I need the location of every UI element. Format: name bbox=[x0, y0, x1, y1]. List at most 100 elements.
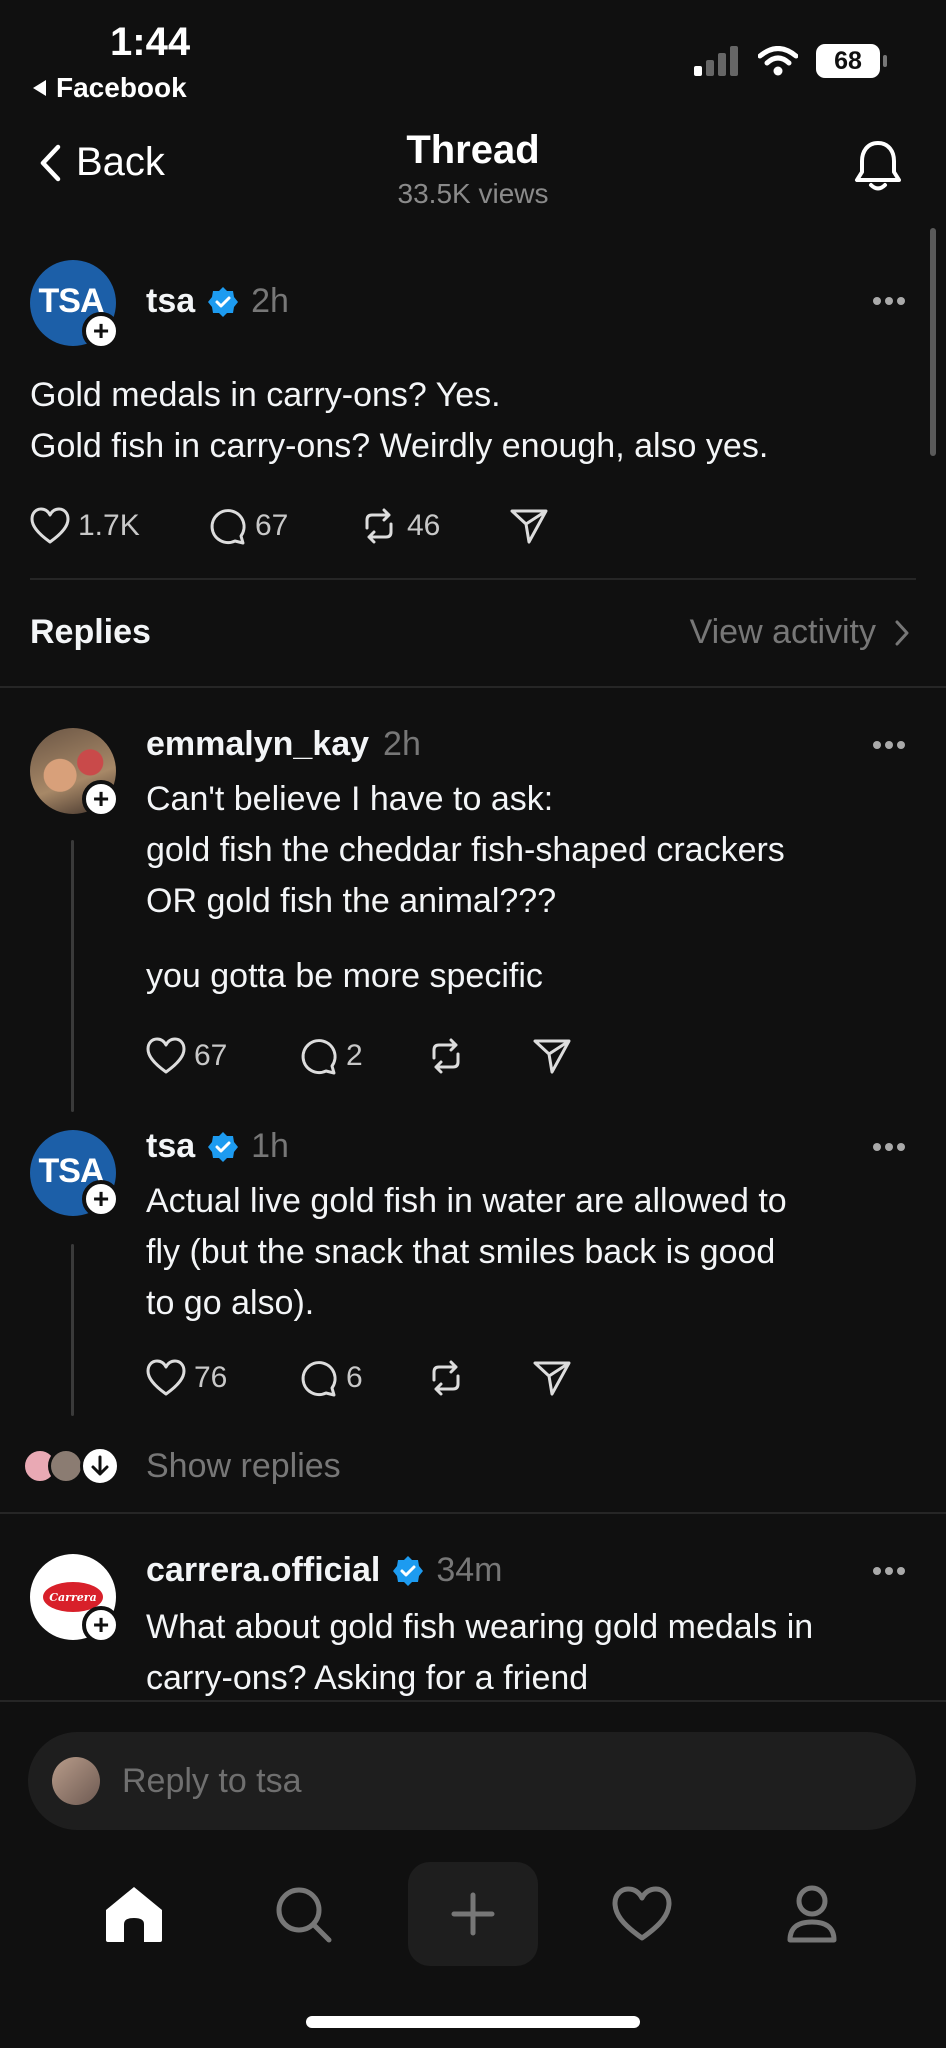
reply-text: Actual live gold fish in water are allow… bbox=[146, 1176, 787, 1329]
reply-time: 2h bbox=[383, 725, 421, 763]
follow-plus-button[interactable]: + bbox=[82, 1606, 120, 1644]
tab-create[interactable] bbox=[408, 1862, 538, 1966]
follow-plus-button[interactable]: + bbox=[82, 312, 120, 350]
reply-actions: 76 6 bbox=[146, 1358, 572, 1398]
repost-icon bbox=[432, 1038, 460, 1074]
repost-button[interactable] bbox=[426, 1358, 532, 1398]
comment-count: 2 bbox=[346, 1039, 363, 1072]
post-text-line: Gold fish in carry-ons? Weirdly enough, … bbox=[30, 427, 769, 465]
tab-profile[interactable] bbox=[747, 1862, 877, 1966]
reply-text-line: carry-ons? Asking for a friend bbox=[146, 1659, 589, 1697]
repost-icon bbox=[432, 1360, 460, 1396]
profile-icon bbox=[787, 1885, 837, 1943]
share-button[interactable] bbox=[532, 1359, 572, 1397]
heart-icon bbox=[146, 1037, 186, 1074]
post-actions: 1.7K 67 46 bbox=[30, 506, 549, 546]
notifications-button[interactable] bbox=[852, 138, 904, 194]
tab-home[interactable] bbox=[69, 1862, 199, 1966]
reply-author-row: emmalyn_kay 2h bbox=[146, 725, 421, 764]
more-options-button[interactable] bbox=[872, 740, 906, 750]
replies-heading: Replies bbox=[30, 613, 151, 651]
heart-icon bbox=[612, 1886, 672, 1941]
more-options-button[interactable] bbox=[872, 1566, 906, 1576]
divider bbox=[0, 1700, 946, 1702]
back-triangle-icon bbox=[33, 80, 46, 96]
comment-bubble-icon bbox=[301, 1039, 337, 1075]
verified-badge-icon bbox=[208, 1131, 239, 1162]
reply-actions: 67 2 bbox=[146, 1036, 572, 1076]
share-button[interactable] bbox=[509, 507, 549, 545]
repost-count: 46 bbox=[407, 509, 441, 542]
reply-text-line: OR gold fish the animal??? bbox=[146, 882, 557, 920]
like-button[interactable]: 1.7K bbox=[30, 507, 207, 545]
reply-avatar-stack bbox=[22, 1444, 128, 1488]
reply-text-line: Can't believe I have to ask: bbox=[146, 780, 554, 818]
username[interactable]: tsa bbox=[146, 1127, 195, 1166]
follow-plus-button[interactable]: + bbox=[82, 1180, 120, 1218]
reply-composer[interactable] bbox=[28, 1732, 916, 1830]
reply-time: 34m bbox=[436, 1551, 503, 1589]
username[interactable]: emmalyn_kay bbox=[146, 725, 369, 764]
cellular-signal-icon bbox=[694, 46, 738, 76]
bell-icon bbox=[855, 141, 901, 191]
more-dots-icon bbox=[873, 297, 905, 305]
divider bbox=[0, 1512, 946, 1514]
like-count: 67 bbox=[194, 1039, 228, 1072]
divider bbox=[0, 686, 946, 688]
repost-button[interactable]: 46 bbox=[359, 506, 509, 546]
battery-level: 68 bbox=[834, 46, 862, 75]
reply-text-line: fly (but the snack that smiles back is g… bbox=[146, 1233, 776, 1271]
home-indicator[interactable] bbox=[306, 2016, 640, 2028]
battery-indicator: 68 bbox=[816, 44, 887, 78]
mini-avatar bbox=[48, 1448, 84, 1484]
view-activity-link[interactable]: View activity bbox=[690, 613, 910, 652]
wifi-icon bbox=[758, 46, 798, 76]
carrera-logo-text: Carrera bbox=[49, 1590, 97, 1604]
status-indicators: 68 bbox=[694, 44, 887, 78]
more-options-button[interactable] bbox=[872, 1142, 906, 1152]
comment-button[interactable]: 67 bbox=[207, 506, 359, 546]
post-text-line: Gold medals in carry-ons? Yes. bbox=[30, 376, 501, 414]
more-options-button[interactable] bbox=[872, 296, 906, 306]
tab-activity[interactable] bbox=[577, 1862, 707, 1966]
thread-line bbox=[71, 840, 74, 1112]
reply-author-row: tsa 1h bbox=[146, 1127, 289, 1166]
like-count: 76 bbox=[194, 1361, 228, 1394]
more-dots-icon bbox=[873, 1567, 905, 1575]
reply-time: 1h bbox=[251, 1127, 289, 1165]
send-icon bbox=[533, 1361, 571, 1396]
comment-button[interactable]: 2 bbox=[298, 1036, 426, 1076]
reply-text-line: to go also). bbox=[146, 1284, 315, 1322]
reply-text-line: What about gold fish wearing gold medals… bbox=[146, 1608, 814, 1646]
back-to-app-link[interactable]: Facebook bbox=[30, 72, 187, 104]
comment-button[interactable]: 6 bbox=[298, 1358, 426, 1398]
reply-text: What about gold fish wearing gold medals… bbox=[146, 1602, 813, 1704]
follow-plus-button[interactable]: + bbox=[82, 780, 120, 818]
repost-button[interactable] bbox=[426, 1036, 532, 1076]
comment-count: 67 bbox=[255, 509, 289, 542]
back-app-label: Facebook bbox=[56, 72, 187, 103]
share-button[interactable] bbox=[532, 1037, 572, 1075]
view-count: 33.5K views bbox=[397, 178, 549, 209]
like-button[interactable]: 76 bbox=[146, 1359, 298, 1397]
thread-line bbox=[71, 1244, 74, 1416]
arrow-down-badge bbox=[80, 1446, 120, 1486]
divider bbox=[30, 578, 916, 580]
reply-input[interactable] bbox=[122, 1761, 722, 1801]
heart-icon bbox=[146, 1359, 186, 1396]
chevron-right-icon bbox=[895, 620, 909, 645]
username[interactable]: carrera.official bbox=[146, 1551, 380, 1590]
reply-text-line: gold fish the cheddar fish-shaped cracke… bbox=[146, 831, 785, 869]
username[interactable]: tsa bbox=[146, 282, 195, 321]
verified-badge-icon bbox=[208, 286, 239, 317]
comment-bubble-icon bbox=[210, 509, 246, 545]
show-replies-row[interactable]: Show replies bbox=[22, 1444, 341, 1488]
comment-bubble-icon bbox=[301, 1361, 337, 1397]
home-icon bbox=[106, 1887, 162, 1942]
repost-icon bbox=[365, 508, 393, 544]
more-dots-icon bbox=[873, 741, 905, 749]
tab-search[interactable] bbox=[238, 1862, 368, 1966]
like-button[interactable]: 67 bbox=[146, 1037, 298, 1075]
scrollbar[interactable] bbox=[930, 228, 936, 456]
search-icon bbox=[276, 1887, 332, 1943]
